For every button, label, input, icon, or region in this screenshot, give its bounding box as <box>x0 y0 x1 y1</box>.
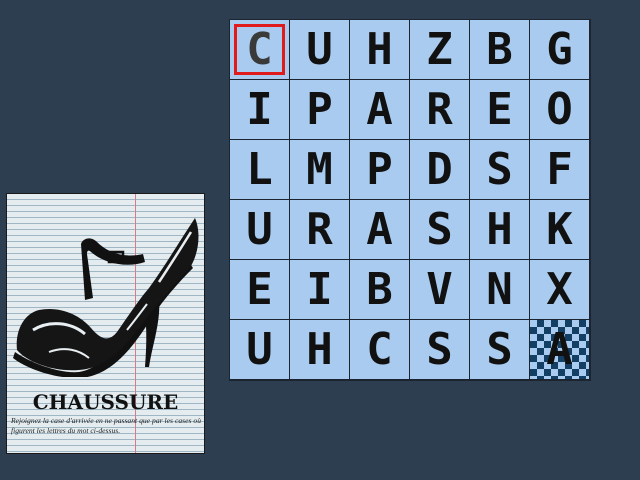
cell-letter: U <box>246 203 273 255</box>
cell-letter: G <box>546 23 573 75</box>
grid-cell[interactable]: B <box>350 260 409 319</box>
cell-letter: B <box>486 23 513 75</box>
grid-cell[interactable]: S <box>470 140 529 199</box>
cell-letter: S <box>426 323 453 375</box>
clue-card: CHAUSSURE Rejoignez la case d'arrivée en… <box>6 193 205 454</box>
grid-cell[interactable]: O <box>530 80 589 139</box>
cell-letter: K <box>546 203 573 255</box>
cell-letter: X <box>546 263 573 315</box>
cell-letter: I <box>246 83 273 135</box>
high-heel-shoe-icon <box>13 218 199 377</box>
grid-cell[interactable]: S <box>470 320 529 379</box>
cell-letter: L <box>246 143 273 195</box>
cell-letter: S <box>486 323 513 375</box>
clue-word-title: CHAUSSURE <box>32 390 179 414</box>
cell-letter: U <box>306 23 333 75</box>
grid-cell[interactable]: H <box>470 200 529 259</box>
cell-letter: F <box>546 143 573 195</box>
cell-letter: C <box>366 323 393 375</box>
cell-letter: M <box>306 143 333 195</box>
cell-letter: B <box>366 263 393 315</box>
letter-grid: CUHZBGIPAREOLMPDSFURASHKEIBVNXUHCSSA <box>229 19 591 381</box>
grid-cell[interactable]: I <box>230 80 289 139</box>
grid-cell[interactable]: C <box>350 320 409 379</box>
puzzle-instructions: Rejoignez la case d'arrivée en ne passan… <box>11 416 201 435</box>
grid-cell[interactable]: U <box>230 200 289 259</box>
cell-letter: O <box>546 83 573 135</box>
cell-letter: S <box>486 143 513 195</box>
grid-cell[interactable]: S <box>410 320 469 379</box>
grid-cell[interactable]: N <box>470 260 529 319</box>
finish-cell[interactable]: A <box>530 320 589 379</box>
cell-letter: A <box>546 323 573 375</box>
grid-cell[interactable]: U <box>230 320 289 379</box>
cell-letter: E <box>486 83 513 135</box>
cell-letter: D <box>426 143 453 195</box>
grid-cell[interactable]: R <box>410 80 469 139</box>
cell-letter: U <box>246 323 273 375</box>
grid-cell[interactable]: L <box>230 140 289 199</box>
cell-letter: N <box>486 263 513 315</box>
cell-letter: S <box>426 203 453 255</box>
grid-cell[interactable]: V <box>410 260 469 319</box>
cell-letter: H <box>366 23 393 75</box>
grid-cell[interactable]: F <box>530 140 589 199</box>
cell-letter: C <box>246 23 273 75</box>
grid-cell[interactable]: E <box>230 260 289 319</box>
grid-cell[interactable]: G <box>530 20 589 79</box>
grid-cell[interactable]: A <box>350 200 409 259</box>
grid-cell[interactable]: B <box>470 20 529 79</box>
cell-letter: I <box>306 263 333 315</box>
cell-letter: A <box>366 203 393 255</box>
start-cell[interactable]: C <box>230 20 289 79</box>
grid-cell[interactable]: P <box>290 80 349 139</box>
grid-cell[interactable]: M <box>290 140 349 199</box>
grid-cell[interactable]: R <box>290 200 349 259</box>
grid-cell[interactable]: I <box>290 260 349 319</box>
grid-cell[interactable]: Z <box>410 20 469 79</box>
puzzle-stage: CHAUSSURE Rejoignez la case d'arrivée en… <box>0 0 640 480</box>
grid-cell[interactable]: X <box>530 260 589 319</box>
cell-letter: E <box>246 263 273 315</box>
cell-letter: P <box>366 143 393 195</box>
cell-letter: H <box>486 203 513 255</box>
grid-cell[interactable]: H <box>290 320 349 379</box>
grid-cell[interactable]: A <box>350 80 409 139</box>
cell-letter: A <box>366 83 393 135</box>
grid-cell[interactable]: H <box>350 20 409 79</box>
grid-cell[interactable]: U <box>290 20 349 79</box>
grid-cell[interactable]: K <box>530 200 589 259</box>
cell-letter: R <box>306 203 333 255</box>
grid-cell[interactable]: S <box>410 200 469 259</box>
grid-cell[interactable]: D <box>410 140 469 199</box>
grid-cell[interactable]: P <box>350 140 409 199</box>
cell-letter: Z <box>426 23 453 75</box>
cell-letter: P <box>306 83 333 135</box>
cell-letter: V <box>426 263 453 315</box>
cell-letter: H <box>306 323 333 375</box>
grid-cell[interactable]: E <box>470 80 529 139</box>
cell-letter: R <box>426 83 453 135</box>
